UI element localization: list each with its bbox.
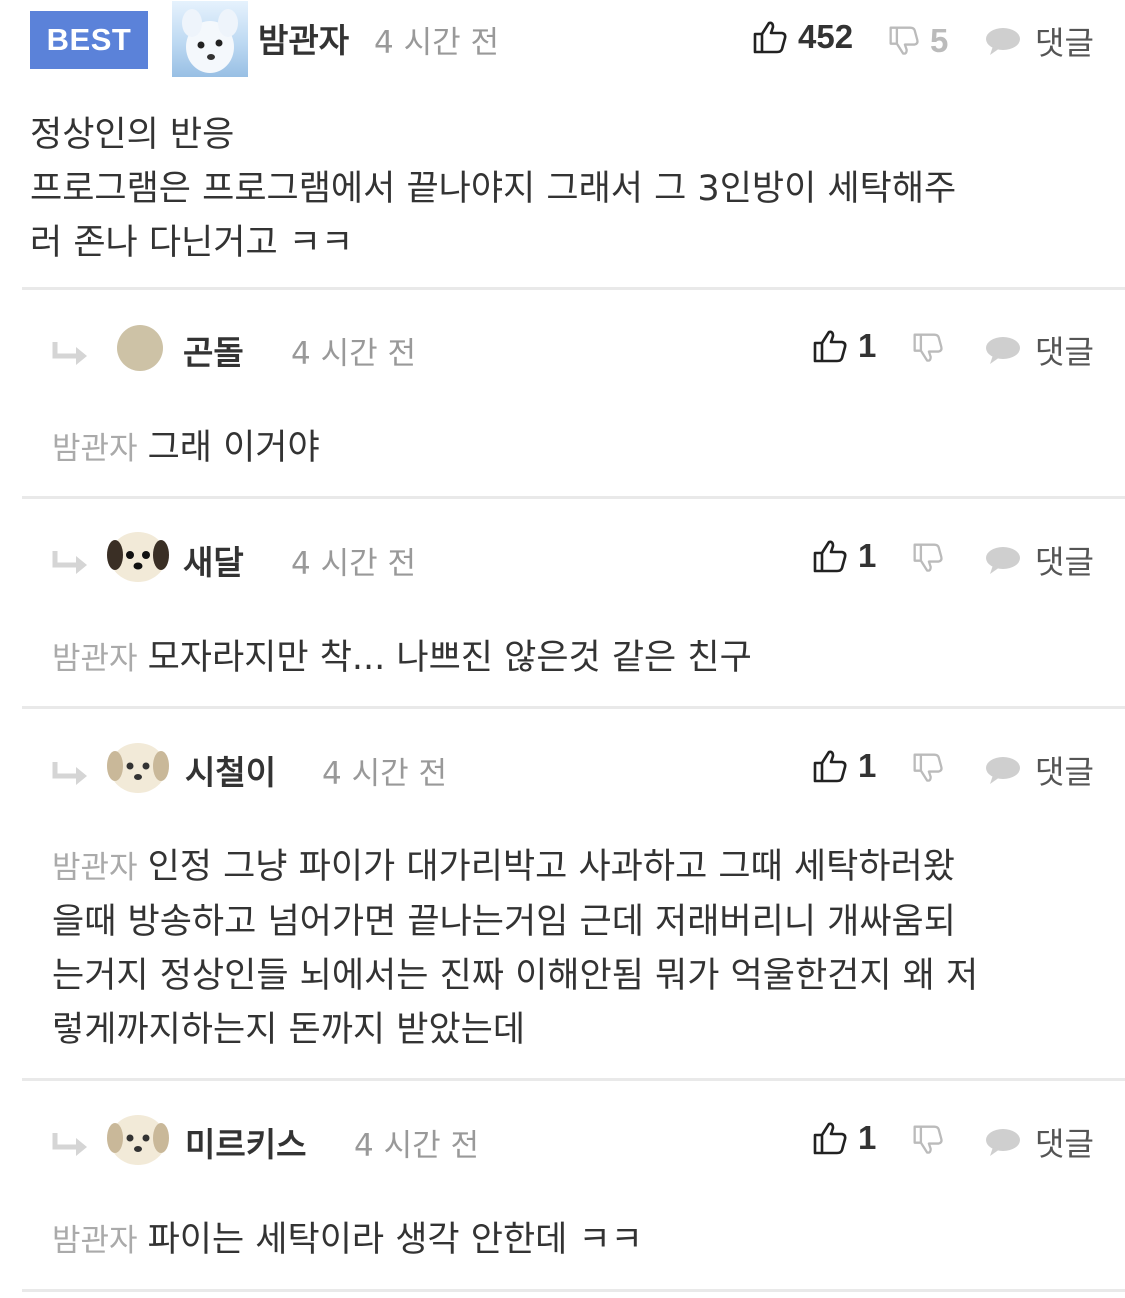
speech-bubble-icon bbox=[986, 28, 1020, 55]
thumbs-up-icon bbox=[813, 1122, 847, 1155]
reply-button[interactable]: 댓글 bbox=[985, 1119, 1094, 1165]
thumbs-up-icon bbox=[813, 750, 847, 783]
dislike-button[interactable] bbox=[912, 1123, 944, 1157]
avatar[interactable] bbox=[108, 318, 172, 378]
mention[interactable]: 밤관자 bbox=[52, 850, 138, 886]
reply-button[interactable]: 댓글 bbox=[985, 327, 1094, 373]
dislike-button[interactable]: 5 bbox=[888, 22, 948, 60]
comment-body: 밤관자 모자라지만 착... 나쁘진 않은것 같은 친구 bbox=[52, 631, 1102, 686]
like-count: 1 bbox=[858, 747, 877, 784]
author-name[interactable]: 미르키스 bbox=[185, 1118, 306, 1166]
like-count: 452 bbox=[798, 18, 854, 55]
comment-line: 러 존나 다닌거고 ㅋㅋ bbox=[30, 223, 354, 263]
thumbs-down-icon bbox=[913, 753, 943, 782]
like-count: 1 bbox=[858, 327, 877, 364]
puppy-avatar-icon bbox=[107, 1115, 169, 1165]
comment-line: 정상인의 반응 bbox=[30, 115, 235, 155]
reply-label: 댓글 bbox=[1035, 543, 1094, 581]
avatar[interactable] bbox=[106, 1108, 170, 1168]
best-badge: BEST bbox=[30, 11, 148, 69]
reply-button[interactable]: 댓글 bbox=[985, 18, 1094, 64]
speech-bubble-icon bbox=[986, 757, 1020, 784]
dog-avatar-icon bbox=[182, 9, 238, 73]
comment-text: 그래 이거야 bbox=[147, 428, 320, 468]
comment-text: 파이는 세탁이라 생각 안한데 ㅋㅋ bbox=[147, 1220, 643, 1260]
dislike-button[interactable] bbox=[912, 331, 944, 365]
author-name[interactable]: 밤관자 bbox=[258, 14, 349, 62]
comment-text: 모자라지만 착... 나쁘진 않은것 같은 친구 bbox=[147, 638, 752, 678]
avatar[interactable] bbox=[172, 1, 248, 77]
mention[interactable]: 밤관자 bbox=[52, 431, 138, 467]
comment-body: 밤관자 그래 이거야 bbox=[52, 421, 1102, 476]
comment-line: 밤관자 그래 이거야 bbox=[52, 421, 1102, 476]
avatar[interactable] bbox=[106, 736, 170, 796]
reply-label: 댓글 bbox=[1035, 753, 1094, 791]
speech-bubble-icon bbox=[986, 1129, 1020, 1156]
reply-label: 댓글 bbox=[1035, 24, 1094, 62]
comment-line: 프로그램은 프로그램에서 끝나야지 그래서 그 3인방이 세탁해주 bbox=[30, 169, 957, 209]
comment-body: 밤관자 파이는 세탁이라 생각 안한데 ㅋㅋ bbox=[52, 1213, 1102, 1268]
author-name[interactable]: 새달 bbox=[183, 536, 244, 584]
best-comment: BEST 밤관자 4 시간 전 452 5 댓글 정상인의 반응 프로그램은 프… bbox=[0, 0, 1125, 289]
timestamp: 4 시간 전 bbox=[291, 546, 416, 582]
comment-line: 을때 방송하고 넘어가면 끝나는거임 근데 저래버리니 개싸움되 bbox=[52, 902, 956, 942]
reply-arrow-icon bbox=[52, 762, 87, 785]
timestamp: 4 시간 전 bbox=[322, 756, 447, 792]
thumbs-down-icon bbox=[913, 1125, 943, 1154]
thumbs-up-icon bbox=[753, 21, 787, 54]
like-button[interactable]: 1 bbox=[812, 1119, 876, 1157]
reply-button[interactable]: 댓글 bbox=[985, 747, 1094, 793]
comment-line: 렇게까지하는지 돈까지 받았는데 bbox=[52, 1010, 526, 1050]
like-button[interactable]: 452 bbox=[752, 18, 853, 56]
reply-label: 댓글 bbox=[1035, 1125, 1094, 1163]
comment-body: 정상인의 반응 프로그램은 프로그램에서 끝나야지 그래서 그 3인방이 세탁해… bbox=[30, 108, 1090, 270]
reply-arrow-icon bbox=[52, 1133, 87, 1156]
reply-arrow-icon bbox=[52, 342, 87, 365]
avatar[interactable] bbox=[106, 525, 170, 585]
divider bbox=[22, 1289, 1125, 1292]
author-name[interactable]: 곤돌 bbox=[183, 326, 244, 374]
comment-text: 인정 그냥 파이가 대가리박고 사과하고 그때 세탁하러왔 bbox=[147, 847, 955, 887]
reply-arrow-icon bbox=[52, 551, 87, 574]
mention[interactable]: 밤관자 bbox=[52, 1223, 138, 1259]
like-count: 1 bbox=[858, 1119, 877, 1156]
like-button[interactable]: 1 bbox=[812, 747, 876, 785]
author-name[interactable]: 시철이 bbox=[185, 746, 276, 794]
reply-label: 댓글 bbox=[1035, 333, 1094, 371]
comment-line: 는거지 정상인들 뇌에서는 진짜 이해안됨 뭐가 억울한건지 왜 저 bbox=[52, 956, 979, 996]
thumbs-up-icon bbox=[813, 330, 847, 363]
thumbs-down-icon bbox=[913, 543, 943, 572]
reply-button[interactable]: 댓글 bbox=[985, 537, 1094, 583]
dislike-button[interactable] bbox=[912, 541, 944, 575]
like-count: 1 bbox=[858, 537, 877, 574]
timestamp: 4 시간 전 bbox=[374, 25, 499, 61]
speech-bubble-icon bbox=[986, 547, 1020, 574]
thumbs-down-icon bbox=[913, 333, 943, 362]
dislike-button[interactable] bbox=[912, 751, 944, 785]
puppy-avatar-icon bbox=[107, 532, 169, 582]
thumbs-up-icon bbox=[813, 540, 847, 573]
comment-line: 밤관자 모자라지만 착... 나쁘진 않은것 같은 친구 bbox=[52, 631, 1102, 686]
dislike-count: 5 bbox=[930, 22, 949, 59]
like-button[interactable]: 1 bbox=[812, 537, 876, 575]
mention[interactable]: 밤관자 bbox=[52, 641, 138, 677]
like-button[interactable]: 1 bbox=[812, 327, 876, 365]
speech-bubble-icon bbox=[986, 337, 1020, 364]
timestamp: 4 시간 전 bbox=[354, 1128, 479, 1164]
reply-comment: 미르키스 4 시간 전 1 댓글 밤관자 파이는 세탁이라 생각 안한데 ㅋㅋ bbox=[0, 1081, 1125, 1289]
default-avatar-icon bbox=[117, 325, 163, 371]
puppy-avatar-icon bbox=[107, 743, 169, 793]
comment-body: 밤관자 인정 그냥 파이가 대가리박고 사과하고 그때 세탁하러왔 을때 방송하고… bbox=[52, 840, 1102, 1057]
reply-comment: 곤돌 4 시간 전 1 댓글 밤관자 그래 이거야 bbox=[0, 290, 1125, 497]
reply-comment: 시철이 4 시간 전 1 댓글 밤관자 인정 그냥 파이가 대가리박고 사과하고 … bbox=[0, 709, 1125, 1080]
comment-line: 밤관자 인정 그냥 파이가 대가리박고 사과하고 그때 세탁하러왔 bbox=[52, 840, 1102, 895]
timestamp: 4 시간 전 bbox=[291, 336, 416, 372]
reply-comment: 새달 4 시간 전 1 댓글 밤관자 모자라지만 착... 나쁘진 않은것 같은 … bbox=[0, 499, 1125, 707]
comment-list: BEST 밤관자 4 시간 전 452 5 댓글 정상인의 반응 프로그램은 프… bbox=[0, 0, 1125, 1298]
comment-line: 밤관자 파이는 세탁이라 생각 안한데 ㅋㅋ bbox=[52, 1213, 1102, 1268]
thumbs-down-icon bbox=[889, 26, 919, 55]
